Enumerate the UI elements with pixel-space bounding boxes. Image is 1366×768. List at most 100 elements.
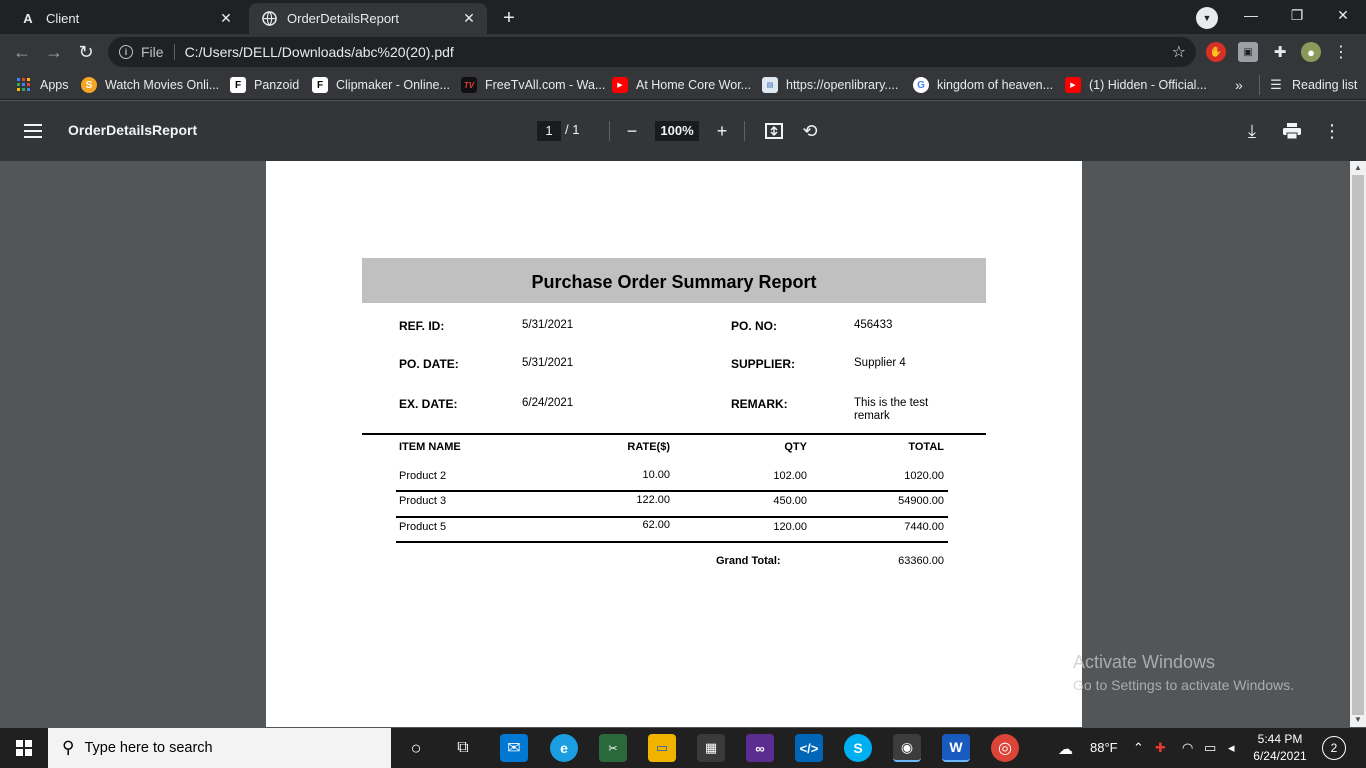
windows-logo-icon [16,740,32,756]
url-text[interactable]: C:/Users/DELL/Downloads/abc%20(20).pdf [185,44,1172,60]
show-hidden-icons-icon[interactable]: ⌃ [1133,740,1144,756]
tab-client[interactable]: A Client ✕ [8,3,244,34]
bookmarks-bar: Apps S Watch Movies Onli... F Panzoid F … [0,70,1366,100]
tab-order-details-report[interactable]: OrderDetailsReport ✕ [249,3,487,34]
start-button[interactable] [0,728,48,768]
bookmark-openlibrary[interactable]: ▤ https://openlibrary.... [762,75,898,95]
zoom-level-input[interactable]: 100% [655,121,699,141]
cell-qty: 450.00 [773,495,807,507]
ex-date-value: 6/24/2021 [522,397,574,409]
battery-icon[interactable]: ▭ [1204,740,1216,756]
reload-icon[interactable]: ↻ [72,38,100,66]
supplier-value: Supplier 4 [854,357,906,369]
row-divider [396,490,948,492]
header-divider [362,433,986,435]
back-icon[interactable]: ← [8,38,36,66]
bookmark-at-home-core[interactable]: ▶ At Home Core Wor... [612,75,751,95]
scroll-up-icon[interactable]: ▲ [1354,163,1362,172]
po-no-value: 456433 [854,319,893,331]
po-date-label: PO. DATE: [399,357,459,371]
profile-avatar[interactable]: ● [1301,42,1321,62]
cell-item: Product 3 [399,495,447,507]
chrome-icon[interactable]: ◎ [991,734,1019,762]
print-icon[interactable] [1280,119,1304,143]
scrollbar-thumb[interactable] [1352,175,1364,715]
bookmark-apps[interactable]: Apps [16,75,69,95]
bookmark-star-icon[interactable]: ☆ [1172,42,1186,62]
weather-icon[interactable]: ☁ [1058,740,1073,758]
supplier-label: SUPPLIER: [731,357,796,371]
mail-icon[interactable]: ✉ [500,734,528,762]
search-icon: ⚲ [62,738,75,757]
bookmark-label: Apps [40,78,69,92]
page-number-input[interactable]: 1 [537,121,561,141]
column-header-total: TOTAL [908,441,944,453]
volume-icon[interactable]: ◂ [1228,740,1235,756]
activate-windows-watermark: Activate Windows Go to Settings to activ… [1073,652,1294,693]
minimize-button[interactable]: — [1228,0,1274,30]
bookmark-label: FreeTvAll.com - Wa... [485,78,606,92]
reading-list-button[interactable]: ☰ Reading list [1259,75,1357,95]
close-tab-icon[interactable]: ✕ [459,9,479,29]
bookmark-freetvall[interactable]: TV FreeTvAll.com - Wa... [461,75,605,95]
bookmark-clipmaker[interactable]: F Clipmaker - Online... [312,75,450,95]
youtube-icon: ▶ [1065,77,1081,93]
bookmark-watch-movies[interactable]: S Watch Movies Onli... [81,75,219,95]
forward-icon[interactable]: → [40,38,68,66]
store-icon[interactable]: ▦ [697,734,725,762]
chrome-profile-icon[interactable]: ◉ [893,734,921,762]
url-scheme: File [141,44,164,60]
extension-icon[interactable]: ▣ [1238,42,1258,62]
file-explorer-icon[interactable]: ▭ [648,734,676,762]
new-tab-button[interactable]: + [496,5,522,31]
vertical-scrollbar[interactable]: ▲ ▼ [1350,161,1366,727]
zoom-in-icon[interactable]: + [710,119,734,143]
bookmark-label: (1) Hidden - Official... [1089,78,1207,92]
divider [173,44,175,60]
download-icon[interactable]: ⤓ [1240,119,1264,143]
bookmark-kingdom-of-heaven[interactable]: G kingdom of heaven... [913,75,1053,95]
info-icon[interactable]: i [119,45,133,59]
antivirus-icon[interactable]: ✚ [1155,740,1166,756]
tab-search-icon[interactable]: ▼ [1196,7,1218,29]
restore-button[interactable]: ❐ [1274,0,1320,30]
angular-favicon-icon: A [23,11,33,26]
bookmark-label: At Home Core Wor... [636,78,752,92]
google-icon: G [913,77,929,93]
bookmark-panzoid[interactable]: F Panzoid [230,75,299,95]
bookmarks-overflow-button[interactable]: » [1235,75,1243,95]
address-bar[interactable]: i File C:/Users/DELL/Downloads/abc%20(20… [108,37,1196,67]
notifications-badge[interactable]: 2 [1322,736,1346,760]
rotate-icon[interactable]: ⟲ [798,119,822,143]
fit-to-page-icon[interactable] [762,119,786,143]
ref-id-value: 5/31/2021 [522,319,574,331]
edge-icon[interactable]: e [550,734,578,762]
task-view-icon[interactable]: ⧉ [449,734,477,762]
cortana-icon[interactable]: ○ [402,734,430,762]
skype-icon[interactable]: S [844,734,872,762]
taskbar-search[interactable]: ⚲ Type here to search [48,728,391,768]
bookmark-hidden-official[interactable]: ▶ (1) Hidden - Official... [1065,75,1207,95]
adblock-extension-icon[interactable]: ✋ [1206,42,1226,62]
extensions-puzzle-icon[interactable]: ✚ [1270,42,1290,62]
word-icon[interactable]: W [942,734,970,762]
more-actions-icon[interactable]: ⋮ [1320,119,1344,143]
scroll-down-icon[interactable]: ▼ [1354,715,1362,724]
wifi-icon[interactable]: ◠ [1182,740,1193,756]
youtube-icon: ▶ [612,77,628,93]
weather-temperature[interactable]: 88°F [1090,740,1118,755]
close-window-button[interactable]: ✕ [1320,0,1366,30]
cell-item: Product 5 [399,521,447,533]
visual-studio-icon[interactable]: ∞ [746,734,774,762]
browser-menu-icon[interactable]: ⋮ [1331,42,1351,62]
pdf-toolbar: OrderDetailsReport 1 / 1 − 100% + ⟲ ⤓ ⋮ [0,101,1366,161]
snip-tool-icon[interactable]: ✂ [599,734,627,762]
vscode-icon[interactable]: </> [795,734,823,762]
zoom-out-icon[interactable]: − [620,119,644,143]
system-clock[interactable]: 5:44 PM 6/24/2021 [1252,731,1308,765]
openlibrary-icon: ▤ [762,77,778,93]
close-tab-icon[interactable]: ✕ [216,9,236,29]
po-no-label: PO. NO: [731,319,778,333]
cell-item: Product 2 [399,470,447,482]
menu-icon[interactable] [24,122,42,140]
